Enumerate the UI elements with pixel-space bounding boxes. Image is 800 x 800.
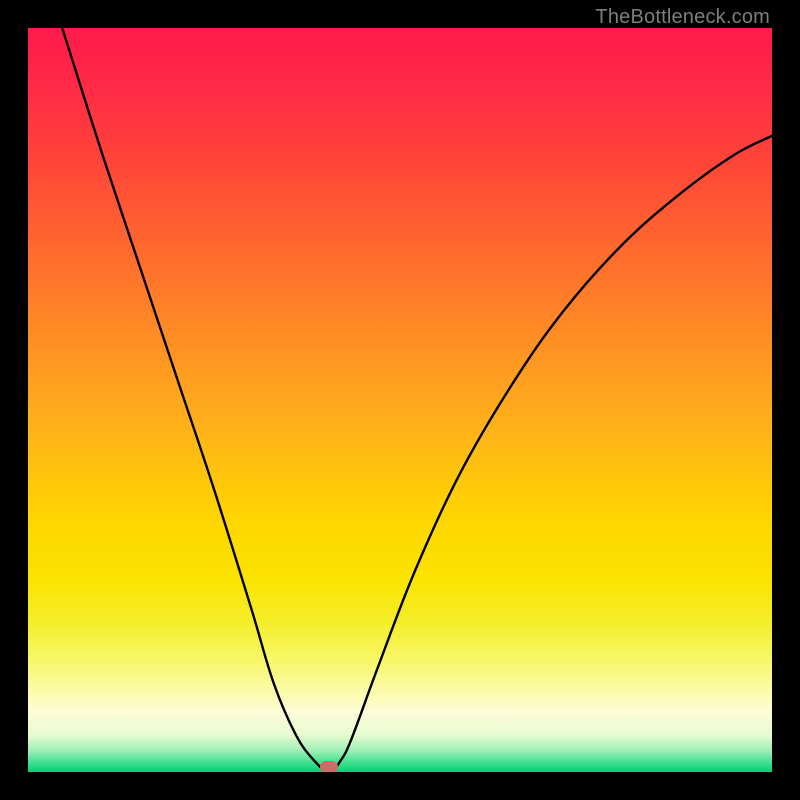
plot-area — [28, 28, 772, 772]
bottleneck-curve — [28, 28, 772, 772]
chart-frame: TheBottleneck.com — [0, 0, 800, 800]
optimal-point-marker — [320, 761, 338, 772]
watermark-text: TheBottleneck.com — [595, 6, 770, 29]
